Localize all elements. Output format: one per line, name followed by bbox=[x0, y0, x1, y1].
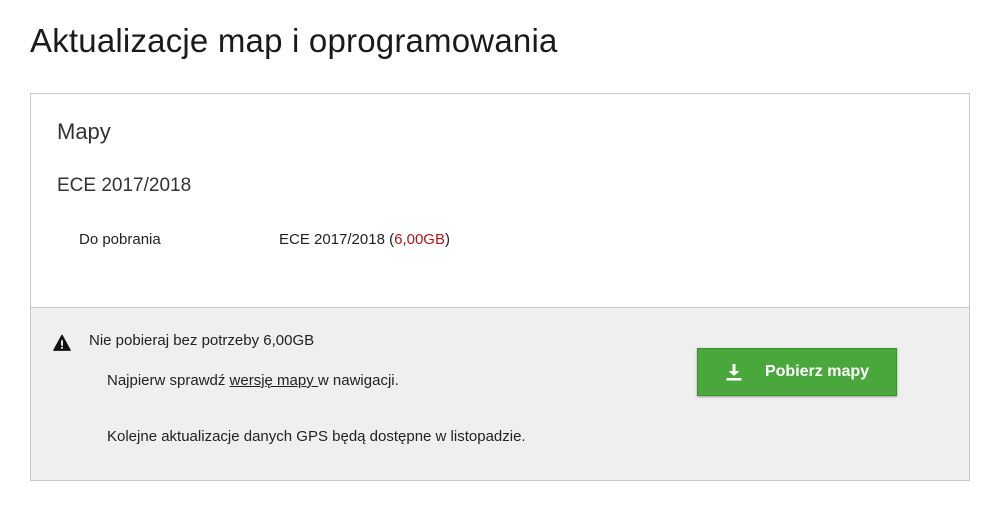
page-title: Aktualizacje map i oprogramowania bbox=[30, 22, 558, 59]
section-title: Mapy bbox=[57, 119, 111, 144]
paren-close: ) bbox=[444, 231, 450, 248]
map-name: ECE 2017/2018 bbox=[57, 175, 192, 196]
download-size: 6,00GB bbox=[394, 231, 445, 248]
check-prefix: Najpierw sprawdź bbox=[107, 372, 230, 389]
maps-info-section: Mapy ECE 2017/2018 Do pobrania ECE 2017/… bbox=[31, 94, 969, 308]
warning-icon bbox=[53, 334, 71, 351]
download-icon bbox=[726, 364, 742, 381]
download-row-value: ECE 2017/2018 (6,00GB) bbox=[279, 231, 450, 248]
check-suffix: w nawigacji. bbox=[317, 372, 399, 389]
check-version-text: Najpierw sprawdź wersję mapy w nawigacji… bbox=[107, 372, 399, 389]
notice-section: Nie pobieraj bez potrzeby 6,00GB Najpier… bbox=[31, 308, 969, 480]
gps-update-text: Kolejne aktualizacje danych GPS będą dos… bbox=[107, 428, 526, 445]
download-button-label: Pobierz mapy bbox=[764, 363, 870, 380]
map-version: ECE 2017/2018 bbox=[279, 231, 385, 248]
paren-open: ( bbox=[384, 231, 395, 248]
warning-text: Nie pobieraj bez potrzeby 6,00GB bbox=[89, 332, 315, 349]
map-version-link[interactable]: wersję mapy bbox=[230, 372, 318, 389]
download-maps-button[interactable]: Pobierz mapy bbox=[697, 348, 897, 396]
download-row-label: Do pobrania bbox=[79, 231, 161, 248]
maps-card: Mapy ECE 2017/2018 Do pobrania ECE 2017/… bbox=[30, 93, 970, 481]
